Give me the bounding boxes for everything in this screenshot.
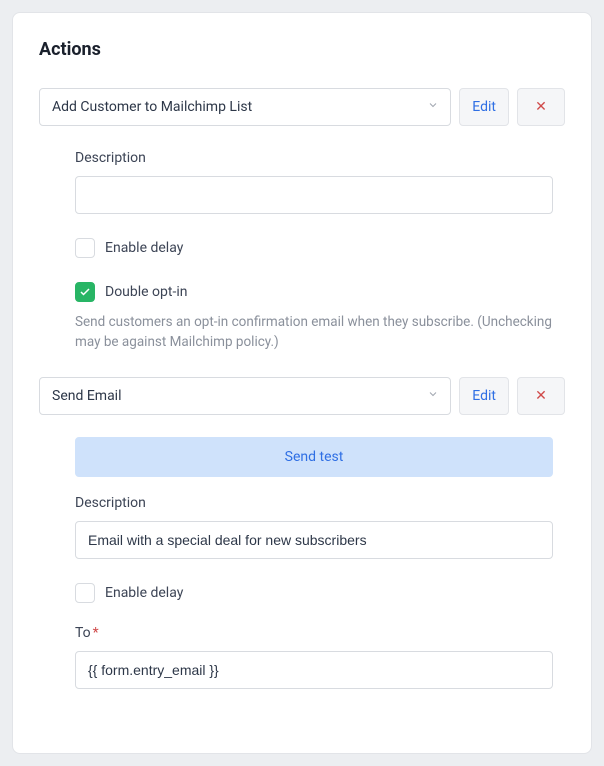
double-optin-help: Send customers an opt-in confirmation em… <box>75 312 553 353</box>
to-input[interactable] <box>75 651 553 689</box>
edit-button[interactable]: Edit <box>459 88 509 126</box>
close-icon: ✕ <box>535 388 547 404</box>
action-type-select[interactable]: Send Email <box>39 377 451 415</box>
actions-card: Actions Add Customer to Mailchimp List E… <box>12 12 592 754</box>
enable-delay-checkbox[interactable] <box>75 583 95 603</box>
to-label-text: To <box>75 625 91 641</box>
description-input[interactable] <box>75 521 553 559</box>
action-header-row: Add Customer to Mailchimp List Edit ✕ <box>39 88 565 126</box>
to-field-block: To* <box>75 625 553 689</box>
action-type-selected: Add Customer to Mailchimp List <box>52 99 252 115</box>
description-input[interactable] <box>75 176 553 214</box>
action-header-row: Send Email Edit ✕ <box>39 377 565 415</box>
required-asterisk: * <box>93 625 99 641</box>
description-label: Description <box>75 150 553 166</box>
send-test-button[interactable]: Send test <box>75 437 553 477</box>
double-optin-checkbox[interactable] <box>75 282 95 302</box>
close-icon: ✕ <box>535 99 547 115</box>
action-type-select[interactable]: Add Customer to Mailchimp List <box>39 88 451 126</box>
double-optin-label: Double opt-in <box>105 284 187 300</box>
action-panel: Send test Description Enable delay To* <box>39 415 565 713</box>
enable-delay-checkbox[interactable] <box>75 238 95 258</box>
enable-delay-label: Enable delay <box>105 585 183 601</box>
enable-delay-label: Enable delay <box>105 240 183 256</box>
action-select-wrap: Add Customer to Mailchimp List <box>39 88 451 126</box>
delete-button[interactable]: ✕ <box>517 88 565 126</box>
action-type-selected: Send Email <box>52 388 122 404</box>
delete-button[interactable]: ✕ <box>517 377 565 415</box>
description-label: Description <box>75 495 553 511</box>
action-panel: Description Enable delay Double opt-in S… <box>39 126 565 377</box>
action-select-wrap: Send Email <box>39 377 451 415</box>
page-title: Actions <box>39 39 565 60</box>
double-optin-row: Double opt-in <box>75 282 553 302</box>
edit-button[interactable]: Edit <box>459 377 509 415</box>
enable-delay-row: Enable delay <box>75 238 553 258</box>
to-label: To* <box>75 625 553 641</box>
enable-delay-row: Enable delay <box>75 583 553 603</box>
